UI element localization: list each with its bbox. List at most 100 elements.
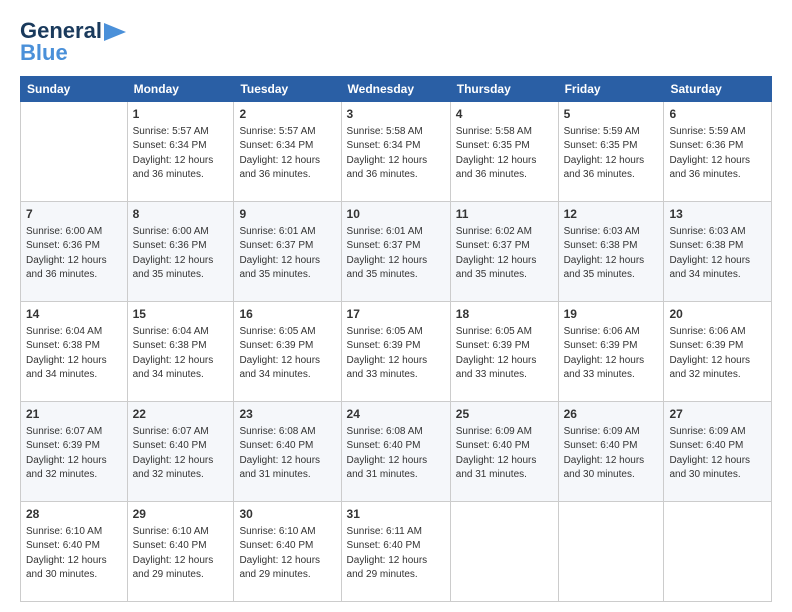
- calendar-cell: 15Sunrise: 6:04 AMSunset: 6:38 PMDayligh…: [127, 302, 234, 402]
- day-info: Sunrise: 6:08 AMSunset: 6:40 PMDaylight:…: [347, 425, 445, 483]
- day-info: Sunrise: 6:01 AMSunset: 6:37 PMDaylight:…: [347, 225, 445, 283]
- day-number: 7: [26, 206, 122, 223]
- calendar-cell: [450, 502, 558, 602]
- day-number: 5: [564, 106, 659, 123]
- day-number: 4: [456, 106, 553, 123]
- calendar-cell: 30 Sunrise: 6:10 AMSunset: 6:40 PMDayligh…: [234, 502, 341, 602]
- day-info: Sunrise: 6:07 AMSunset: 6:39 PMDaylight:…: [26, 425, 122, 483]
- week-row-3: 14 Sunrise: 6:04 AMSunset: 6:38 PMDayligh…: [21, 302, 772, 402]
- calendar-cell: 16 Sunrise: 6:05 AMSunset: 6:39 PMDayligh…: [234, 302, 341, 402]
- logo-blue: Blue: [20, 40, 68, 66]
- day-info: Sunrise: 6:06 AMSunset: 6:39 PMDaylight:…: [564, 325, 659, 383]
- day-info: Sunrise: 6:06 AMSunset: 6:39 PMDaylight:…: [669, 325, 766, 383]
- calendar-cell: 4 Sunrise: 5:58 AMSunset: 6:35 PMDaylight…: [450, 102, 558, 202]
- calendar-cell: 2Sunrise: 5:57 AMSunset: 6:34 PMDaylight…: [234, 102, 341, 202]
- day-number: 23: [239, 406, 335, 423]
- day-info: Sunrise: 5:59 AMSunset: 6:35 PMDaylight:…: [564, 125, 659, 183]
- day-number: 14: [26, 306, 122, 323]
- calendar-header-row: SundayMondayTuesdayWednesdayThursdayFrid…: [21, 77, 772, 102]
- day-info: Sunrise: 6:04 AMSunset: 6:38 PMDaylight:…: [26, 325, 122, 383]
- day-info: Sunrise: 6:03 AMSunset: 6:38 PMDaylight:…: [669, 225, 766, 283]
- day-number: 27: [669, 406, 766, 423]
- day-number: 8: [133, 206, 229, 223]
- day-number: 13: [669, 206, 766, 223]
- calendar-cell: 3 Sunrise: 5:58 AMSunset: 6:34 PMDaylight…: [341, 102, 450, 202]
- day-number: 30: [239, 506, 335, 523]
- day-info: Sunrise: 5:58 AMSunset: 6:34 PMDaylight:…: [347, 125, 445, 183]
- day-info: Sunrise: 6:05 AMSunset: 6:39 PMDaylight:…: [239, 325, 335, 383]
- day-number: 20: [669, 306, 766, 323]
- header-friday: Friday: [558, 77, 664, 102]
- calendar-cell: 8 Sunrise: 6:00 AMSunset: 6:36 PMDaylight…: [127, 202, 234, 302]
- page: General Blue SundayMondayTuesdayWednesda…: [0, 0, 792, 612]
- calendar-cell: 22 Sunrise: 6:07 AMSunset: 6:40 PMDayligh…: [127, 402, 234, 502]
- day-number: 17: [347, 306, 445, 323]
- day-number: 28: [26, 506, 122, 523]
- week-row-1: 1 Sunrise: 5:57 AMSunset: 6:34 PMDaylight…: [21, 102, 772, 202]
- header: General Blue: [20, 18, 772, 66]
- day-info: Sunrise: 6:10 AMSunset: 6:40 PMDaylight:…: [239, 525, 335, 583]
- calendar-cell: 12 Sunrise: 6:03 AMSunset: 6:38 PMDayligh…: [558, 202, 664, 302]
- day-info: Sunrise: 5:59 AMSunset: 6:36 PMDaylight:…: [669, 125, 766, 183]
- day-number: 18: [456, 306, 553, 323]
- calendar-cell: 28 Sunrise: 6:10 AMSunset: 6:40 PMDayligh…: [21, 502, 128, 602]
- header-wednesday: Wednesday: [341, 77, 450, 102]
- day-number: 16: [239, 306, 335, 323]
- calendar-cell: 17 Sunrise: 6:05 AMSunset: 6:39 PMDayligh…: [341, 302, 450, 402]
- calendar-cell: 31Sunrise: 6:11 AMSunset: 6:40 PMDayligh…: [341, 502, 450, 602]
- day-number: 9: [239, 206, 335, 223]
- calendar-cell: 6 Sunrise: 5:59 AMSunset: 6:36 PMDaylight…: [664, 102, 772, 202]
- calendar-cell: 27 Sunrise: 6:09 AMSunset: 6:40 PMDayligh…: [664, 402, 772, 502]
- header-saturday: Saturday: [664, 77, 772, 102]
- day-info: Sunrise: 6:09 AMSunset: 6:40 PMDaylight:…: [564, 425, 659, 483]
- calendar-cell: 18Sunrise: 6:05 AMSunset: 6:39 PMDayligh…: [450, 302, 558, 402]
- calendar-cell: 26 Sunrise: 6:09 AMSunset: 6:40 PMDayligh…: [558, 402, 664, 502]
- calendar-cell: 13 Sunrise: 6:03 AMSunset: 6:38 PMDayligh…: [664, 202, 772, 302]
- header-thursday: Thursday: [450, 77, 558, 102]
- calendar-cell: 14 Sunrise: 6:04 AMSunset: 6:38 PMDayligh…: [21, 302, 128, 402]
- calendar-cell: [21, 102, 128, 202]
- header-monday: Monday: [127, 77, 234, 102]
- day-number: 15: [133, 306, 229, 323]
- day-number: 19: [564, 306, 659, 323]
- day-info: Sunrise: 6:02 AMSunset: 6:37 PMDaylight:…: [456, 225, 553, 283]
- day-number: 22: [133, 406, 229, 423]
- day-info: Sunrise: 6:05 AMSunset: 6:39 PMDaylight:…: [347, 325, 445, 383]
- day-number: 10: [347, 206, 445, 223]
- week-row-5: 28 Sunrise: 6:10 AMSunset: 6:40 PMDayligh…: [21, 502, 772, 602]
- day-info: Sunrise: 5:57 AMSunset: 6:34 PMDaylight:…: [133, 125, 229, 183]
- calendar-cell: 7Sunrise: 6:00 AMSunset: 6:36 PMDaylight…: [21, 202, 128, 302]
- calendar-cell: 19 Sunrise: 6:06 AMSunset: 6:39 PMDayligh…: [558, 302, 664, 402]
- calendar-table: SundayMondayTuesdayWednesdayThursdayFrid…: [20, 76, 772, 602]
- day-number: 21: [26, 406, 122, 423]
- header-sunday: Sunday: [21, 77, 128, 102]
- week-row-4: 21 Sunrise: 6:07 AMSunset: 6:39 PMDayligh…: [21, 402, 772, 502]
- calendar-cell: 29Sunrise: 6:10 AMSunset: 6:40 PMDayligh…: [127, 502, 234, 602]
- day-info: Sunrise: 6:01 AMSunset: 6:37 PMDaylight:…: [239, 225, 335, 283]
- calendar-cell: 11Sunrise: 6:02 AMSunset: 6:37 PMDayligh…: [450, 202, 558, 302]
- calendar-cell: 21 Sunrise: 6:07 AMSunset: 6:39 PMDayligh…: [21, 402, 128, 502]
- day-number: 3: [347, 106, 445, 123]
- day-info: Sunrise: 6:00 AMSunset: 6:36 PMDaylight:…: [133, 225, 229, 283]
- calendar-cell: 24Sunrise: 6:08 AMSunset: 6:40 PMDayligh…: [341, 402, 450, 502]
- day-number: 12: [564, 206, 659, 223]
- day-info: Sunrise: 6:07 AMSunset: 6:40 PMDaylight:…: [133, 425, 229, 483]
- calendar-cell: 9 Sunrise: 6:01 AMSunset: 6:37 PMDaylight…: [234, 202, 341, 302]
- day-info: Sunrise: 6:09 AMSunset: 6:40 PMDaylight:…: [669, 425, 766, 483]
- day-info: Sunrise: 6:03 AMSunset: 6:38 PMDaylight:…: [564, 225, 659, 283]
- day-number: 6: [669, 106, 766, 123]
- day-info: Sunrise: 5:58 AMSunset: 6:35 PMDaylight:…: [456, 125, 553, 183]
- calendar-cell: 1 Sunrise: 5:57 AMSunset: 6:34 PMDaylight…: [127, 102, 234, 202]
- logo-icon: [104, 23, 126, 41]
- calendar-cell: [664, 502, 772, 602]
- day-number: 25: [456, 406, 553, 423]
- calendar-cell: [558, 502, 664, 602]
- day-number: 31: [347, 506, 445, 523]
- calendar-cell: 10 Sunrise: 6:01 AMSunset: 6:37 PMDayligh…: [341, 202, 450, 302]
- day-number: 1: [133, 106, 229, 123]
- day-info: Sunrise: 6:09 AMSunset: 6:40 PMDaylight:…: [456, 425, 553, 483]
- day-number: 26: [564, 406, 659, 423]
- day-info: Sunrise: 6:10 AMSunset: 6:40 PMDaylight:…: [26, 525, 122, 583]
- day-number: 29: [133, 506, 229, 523]
- header-tuesday: Tuesday: [234, 77, 341, 102]
